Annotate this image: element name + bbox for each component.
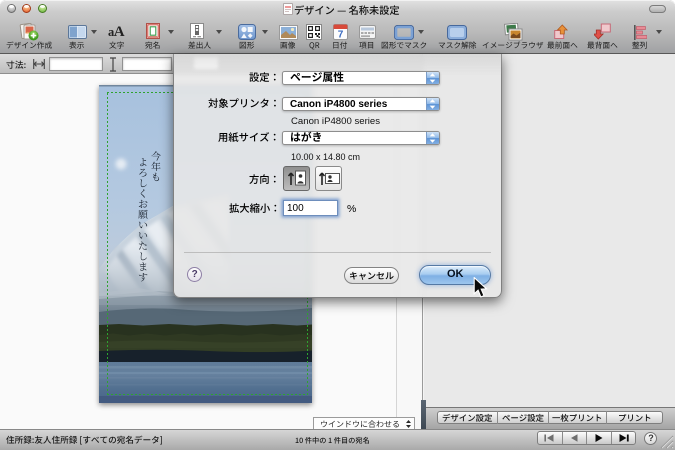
- svg-text:7: 7: [338, 30, 344, 41]
